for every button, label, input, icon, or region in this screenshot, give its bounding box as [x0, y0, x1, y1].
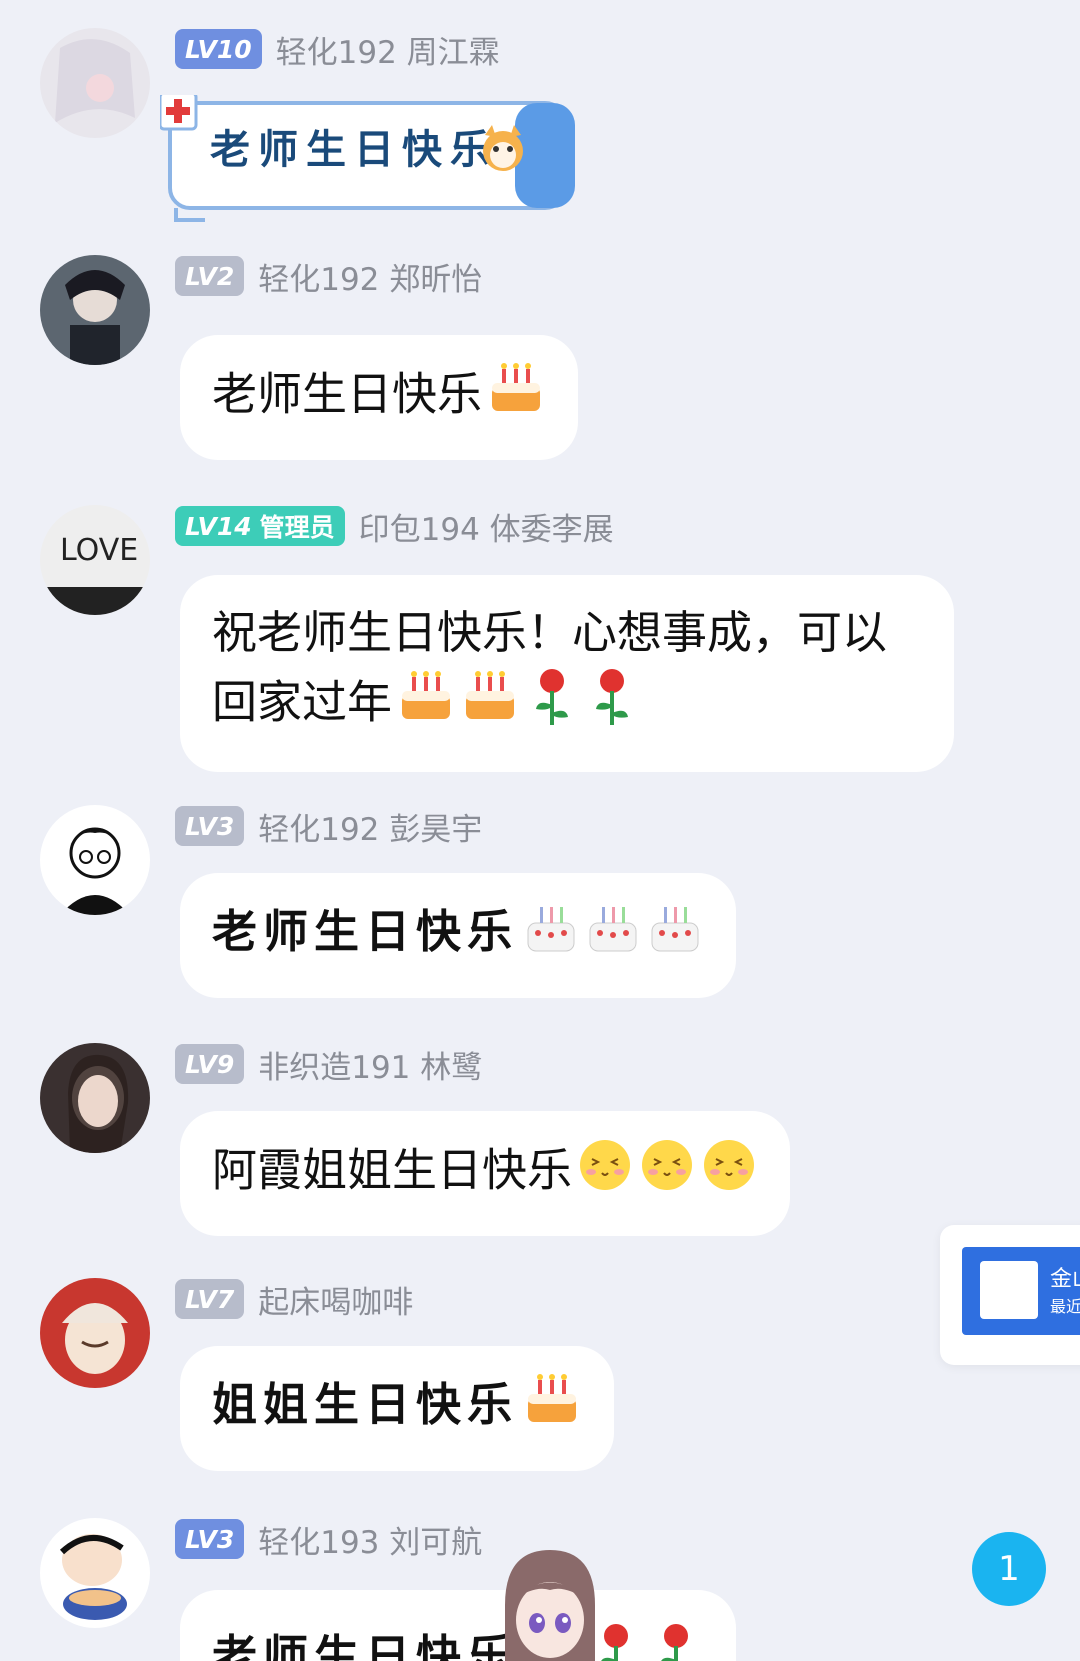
app-card-title: 金山 — [1050, 1267, 1080, 1292]
message-text: 老师生日快乐 — [212, 367, 483, 421]
message-text-line: 回家过年 — [212, 675, 393, 729]
message-text-line: 祝老师生日快乐！心想事成，可以 — [212, 606, 888, 659]
rose-emoji-icon — [524, 665, 580, 746]
message-bubble[interactable]: 祝老师生日快乐！心想事成，可以 回家过年 — [180, 575, 954, 772]
avatar[interactable] — [40, 1278, 150, 1388]
avatar[interactable] — [40, 28, 150, 138]
unread-count-badge[interactable]: 1 — [972, 1532, 1046, 1606]
sender-name[interactable]: 轻化192 郑昕怡 — [258, 254, 482, 299]
message-text: 老师生日快乐 — [212, 1630, 519, 1661]
avatar[interactable]: LOVE — [40, 505, 150, 615]
sender-meta: LV3 轻化192 彭昊宇 — [175, 804, 482, 849]
sender-name[interactable]: 轻化192 周江霖 — [276, 27, 500, 72]
avatar[interactable] — [40, 1518, 150, 1628]
level-badge: LV3 — [175, 1519, 245, 1559]
message-text: 老师生日快乐 — [210, 126, 498, 173]
floating-app-card[interactable]: 金山 最近 — [940, 1225, 1080, 1365]
level-badge: LV10 — [175, 29, 262, 69]
sender-meta: LV7 起床喝咖啡 — [175, 1277, 413, 1322]
app-logo-icon: 金山 最近 — [962, 1247, 1080, 1335]
message-text: 老师生日快乐 — [212, 905, 519, 958]
cat-emoji-icon — [483, 125, 523, 171]
decorated-bubble[interactable]: 老师生日快乐 — [160, 95, 600, 222]
message-bubble[interactable]: 姐姐生日快乐 — [180, 1346, 615, 1471]
admin-role-label: 管理员 — [259, 513, 335, 542]
rose-emoji-icon — [648, 1620, 704, 1661]
chat-message-list[interactable]: LV10 轻化192 周江霖 老师生日快乐 LV2 轻化192 郑昕怡 老师生日… — [0, 0, 1080, 1661]
level-badge: LV14 管理员 — [175, 506, 345, 546]
sender-meta: LV3 轻化193 刘可航 — [175, 1517, 482, 1562]
white-cake-emoji-icon — [646, 899, 704, 972]
sender-name[interactable]: 起床喝咖啡 — [258, 1277, 413, 1322]
level-badge: LV3 — [175, 806, 245, 846]
blush-emoji-icon — [638, 1137, 696, 1210]
cake-emoji-icon — [522, 1372, 582, 1445]
rose-emoji-icon — [584, 665, 640, 746]
blush-emoji-icon — [576, 1137, 634, 1210]
level-badge: LV9 — [175, 1044, 245, 1084]
cake-emoji-icon — [486, 361, 546, 434]
message-bubble[interactable]: 阿霞姐姐生日快乐 — [180, 1111, 791, 1236]
message-bubble[interactable]: 老师生日快乐 — [180, 335, 579, 460]
sender-meta: LV9 非织造191 林鹭 — [175, 1042, 482, 1087]
sender-meta: LV14 管理员 印包194 体委李展 — [175, 504, 614, 549]
level-badge: LV7 — [175, 1279, 245, 1319]
avatar[interactable] — [40, 255, 150, 365]
svg-text:LOVE: LOVE — [60, 533, 138, 568]
cake-emoji-icon — [396, 669, 456, 742]
white-cake-emoji-icon — [522, 899, 580, 972]
white-cake-emoji-icon — [584, 899, 642, 972]
sender-name[interactable]: 印包194 体委李展 — [359, 504, 614, 549]
sender-name[interactable]: 非织造191 林鹭 — [258, 1042, 482, 1087]
avatar[interactable] — [40, 805, 150, 915]
message-text: 阿霞姐姐生日快乐 — [212, 1143, 573, 1197]
blush-emoji-icon — [700, 1137, 758, 1210]
sender-name[interactable]: 轻化192 彭昊宇 — [258, 804, 482, 849]
avatar[interactable] — [40, 1043, 150, 1153]
message-bubble[interactable]: 老师生日快乐 — [180, 1590, 737, 1661]
floating-sticker[interactable] — [495, 1545, 605, 1661]
message-text: 姐姐生日快乐 — [212, 1378, 519, 1431]
message-bubble[interactable]: 老师生日快乐 — [180, 873, 737, 998]
sender-meta: LV2 轻化192 郑昕怡 — [175, 254, 482, 299]
sender-meta: LV10 轻化192 周江霖 — [175, 27, 500, 72]
app-card-subtitle: 最近 — [1050, 1297, 1080, 1316]
cake-emoji-icon — [460, 669, 520, 742]
sender-name[interactable]: 轻化193 刘可航 — [258, 1517, 482, 1562]
level-badge: LV2 — [175, 256, 245, 296]
